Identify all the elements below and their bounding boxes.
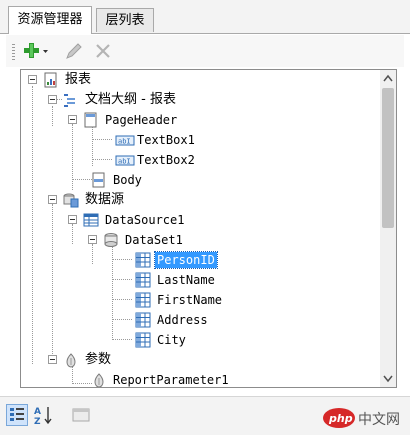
- tab-strip: 资源管理器 层列表: [0, 0, 410, 34]
- categorized-icon: [10, 408, 24, 421]
- bottom-toolbar: A Z php 中文网: [0, 396, 410, 435]
- toolbar: [6, 35, 404, 67]
- field-icon: [135, 312, 151, 328]
- collapse-toggle[interactable]: [68, 115, 77, 124]
- tree-node-reportparameter1[interactable]: ReportParameter1: [21, 370, 378, 387]
- tree-node-field-personid[interactable]: PersonID: [21, 250, 378, 270]
- node-label: DataSource1: [105, 213, 185, 227]
- svg-text:Z: Z: [34, 417, 41, 426]
- node-label: 参数: [85, 352, 112, 367]
- tree-scrollbar[interactable]: [380, 70, 396, 387]
- dataset-icon: [104, 233, 118, 247]
- add-button[interactable]: [22, 40, 50, 62]
- datasource-icon: [83, 213, 99, 227]
- tree-node-field-firstname[interactable]: FirstName: [21, 290, 378, 310]
- property-pages-icon: [72, 408, 90, 422]
- sort-az-icon: A Z: [34, 407, 52, 427]
- collapse-toggle[interactable]: [88, 235, 97, 244]
- chevron-up-icon: [383, 74, 393, 82]
- tree-node-parameters[interactable]: 参数: [21, 350, 378, 370]
- svg-text:abI: abI: [118, 158, 131, 166]
- tree-node-textbox2[interactable]: abI TextBox2: [21, 150, 378, 170]
- field-icon: [135, 272, 151, 288]
- explorer-tree: 报表 文档大纲 - 报表 PageHeader abI TextBox1 abI…: [20, 69, 397, 388]
- toolbar-grip[interactable]: [12, 44, 15, 60]
- tree-node-textbox1[interactable]: abI TextBox1: [21, 130, 378, 150]
- field-icon: [135, 292, 151, 308]
- node-label: PersonID: [154, 251, 218, 269]
- node-label: 数据源: [85, 192, 125, 207]
- tree-node-field-city[interactable]: City: [21, 330, 378, 350]
- node-label: TextBox2: [137, 153, 195, 167]
- page-icon: [84, 112, 97, 128]
- tree-node-datasources[interactable]: 数据源: [21, 190, 378, 210]
- node-label: PageHeader: [105, 113, 178, 127]
- pencil-icon: [66, 43, 82, 59]
- property-pages-button[interactable]: [70, 404, 92, 426]
- node-label: 报表: [65, 72, 92, 87]
- tree-node-dataset1[interactable]: DataSet1: [21, 230, 378, 250]
- tree-node-pageheader[interactable]: PageHeader: [21, 110, 378, 130]
- collapse-toggle[interactable]: [68, 215, 77, 224]
- delete-button[interactable]: [92, 40, 114, 62]
- edit-button[interactable]: [62, 40, 84, 62]
- outline-icon: [64, 94, 75, 107]
- report-icon: [44, 72, 57, 88]
- scroll-up-button[interactable]: [380, 70, 396, 87]
- tree-node-report[interactable]: 报表: [21, 70, 378, 90]
- tree-node-outline[interactable]: 文档大纲 - 报表: [21, 90, 378, 110]
- tree-node-body[interactable]: Body: [21, 170, 378, 190]
- categorized-view-button[interactable]: [6, 404, 28, 426]
- node-label: ReportParameter1: [113, 373, 229, 387]
- svg-text:A: A: [34, 407, 41, 417]
- watermark-text: 中文网: [358, 412, 400, 428]
- tree-node-field-lastname[interactable]: LastName: [21, 270, 378, 290]
- add-icon: [24, 43, 48, 58]
- tree-node-field-address[interactable]: Address: [21, 310, 378, 330]
- delete-icon: [96, 44, 110, 58]
- field-icon: [135, 332, 151, 348]
- collapse-toggle[interactable]: [48, 355, 57, 364]
- node-label: 文档大纲 - 报表: [85, 92, 176, 107]
- node-label: FirstName: [157, 293, 223, 307]
- node-label: City: [157, 333, 186, 347]
- parameters-icon: [66, 353, 76, 368]
- node-label: TextBox1: [137, 133, 195, 147]
- node-label: Address: [157, 313, 208, 327]
- tree-node-datasource1[interactable]: DataSource1: [21, 210, 378, 230]
- field-icon: [135, 252, 151, 268]
- page-icon: [92, 172, 105, 188]
- svg-text:php: php: [328, 412, 353, 425]
- textbox-icon: abI: [115, 135, 135, 146]
- watermark: php 中文网: [322, 407, 404, 429]
- textbox-icon: abI: [115, 155, 135, 166]
- scroll-thumb[interactable]: [382, 88, 394, 228]
- chevron-down-icon: [383, 375, 393, 383]
- tab-explorer[interactable]: 资源管理器: [8, 6, 92, 34]
- node-label: LastName: [157, 273, 215, 287]
- svg-text:abI: abI: [118, 138, 131, 146]
- collapse-toggle[interactable]: [48, 195, 57, 204]
- collapse-toggle[interactable]: [28, 75, 37, 84]
- alphabetical-sort-button[interactable]: A Z: [33, 404, 55, 427]
- node-label: DataSet1: [125, 233, 183, 247]
- node-label: Body: [113, 173, 142, 187]
- tab-layer-list[interactable]: 层列表: [96, 8, 154, 32]
- collapse-toggle[interactable]: [48, 95, 57, 104]
- parameter-icon: [94, 373, 104, 387]
- datasources-icon: [63, 193, 79, 208]
- scroll-down-button[interactable]: [380, 370, 396, 387]
